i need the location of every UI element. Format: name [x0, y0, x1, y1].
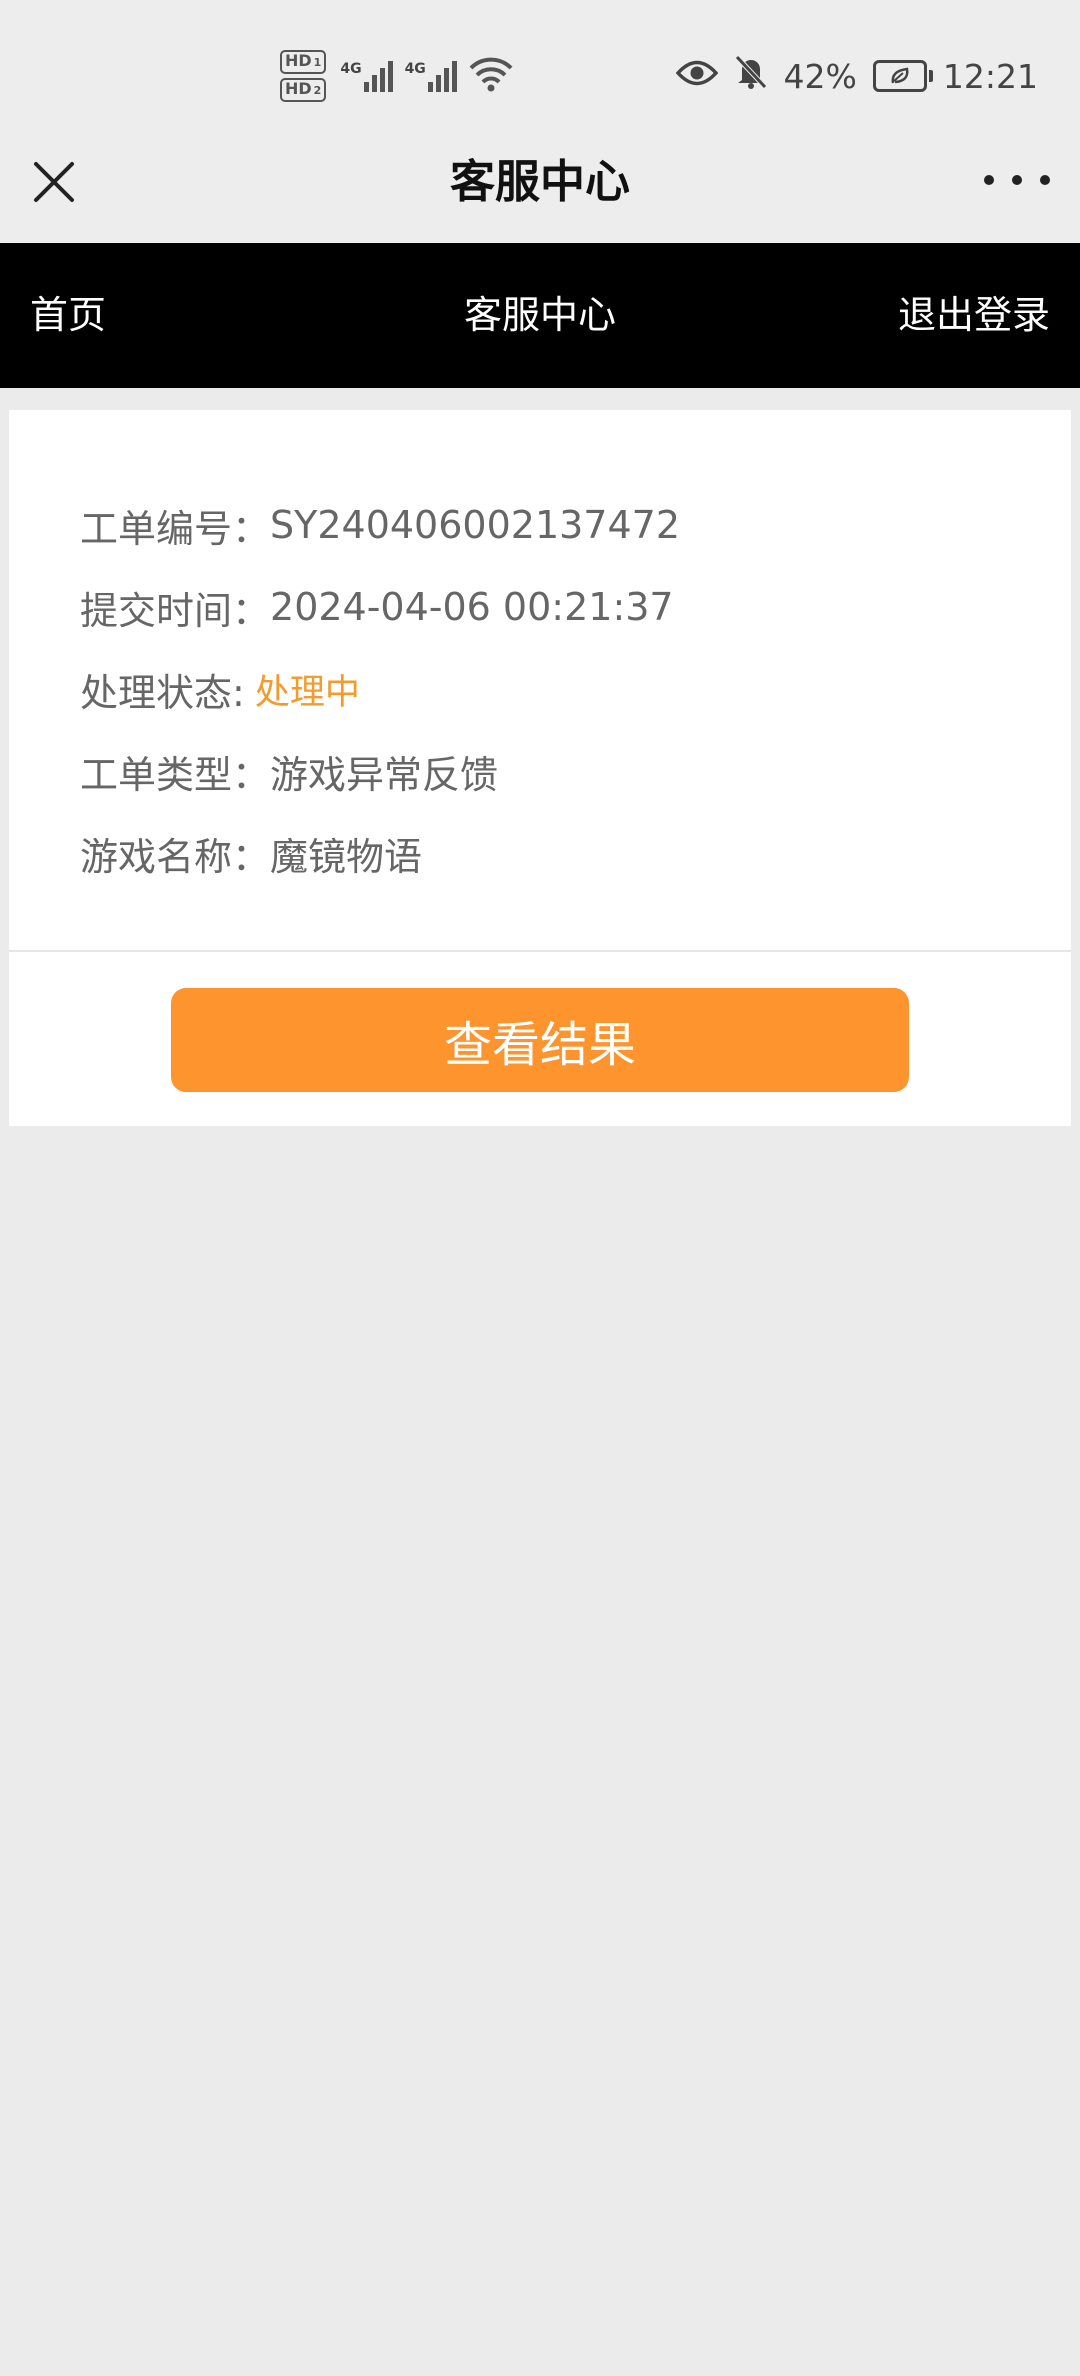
page-title: 客服中心: [449, 155, 630, 208]
ticket-type-row: 工单类型： 游戏异常反馈: [80, 730, 1031, 812]
view-result-button[interactable]: 查看结果: [171, 988, 909, 1092]
signal-bars-icon: [427, 60, 457, 92]
status-label: 处理状态:: [80, 670, 245, 715]
more-button[interactable]: [984, 160, 1050, 200]
bell-off-icon: [734, 54, 768, 98]
status-badge: 处理中: [254, 672, 360, 713]
ticket-number-value: SY240406002137472: [270, 503, 680, 547]
hd-badge-sim1: HD 1: [280, 50, 327, 74]
ticket-card: 工单编号： SY240406002137472 提交时间： 2024-04-06…: [9, 410, 1071, 1126]
battery-icon: [872, 60, 933, 92]
clock: 12:21: [942, 56, 1038, 96]
title-bar: 客服中心: [0, 150, 1080, 243]
battery-percent: 42%: [783, 56, 857, 96]
status-row: 处理状态: 处理中: [80, 648, 1031, 730]
status-bar: HD 1 HD 2 4G 4G 42% 12:21: [0, 0, 1080, 150]
game-name-row: 游戏名称： 魔镜物语: [80, 812, 1031, 894]
ticket-number-row: 工单编号： SY240406002137472: [80, 484, 1031, 566]
signal-sim1: 4G: [340, 60, 393, 92]
submit-time-row: 提交时间： 2024-04-06 00:21:37: [80, 566, 1031, 648]
more-icon: [984, 175, 994, 185]
more-icon: [1040, 175, 1050, 185]
game-name-label: 游戏名称：: [80, 834, 271, 879]
game-name-value: 魔镜物语: [270, 834, 423, 879]
submit-time-value: 2024-04-06 00:21:37: [270, 585, 674, 629]
network-type-sim1: 4G: [340, 60, 362, 77]
logout-link[interactable]: 退出登录: [898, 243, 1050, 388]
hd-badges: HD 1 HD 2: [280, 50, 327, 102]
ticket-type-label: 工单类型：: [80, 752, 271, 797]
eye-icon: [675, 57, 718, 96]
ticket-info-list: 工单编号： SY240406002137472 提交时间： 2024-04-06…: [80, 484, 1031, 894]
card-divider: [9, 950, 1071, 952]
submit-time-label: 提交时间：: [80, 588, 271, 633]
signal-sim2: 4G: [404, 60, 457, 92]
hd-badge-sim2: HD 2: [280, 78, 327, 102]
nav-home-link[interactable]: 首页: [30, 243, 106, 388]
ticket-number-label: 工单编号：: [80, 506, 271, 551]
more-icon: [1012, 175, 1022, 185]
signal-bars-icon: [363, 60, 393, 92]
status-left-group: HD 1 HD 2 4G 4G: [280, 44, 513, 108]
wifi-icon: [469, 56, 513, 96]
status-right-group: 42% 12:21: [675, 48, 1038, 104]
ticket-type-value: 游戏异常反馈: [270, 752, 499, 797]
network-type-sim2: 4G: [404, 60, 426, 77]
top-nav: 客服中心 首页 退出登录: [0, 243, 1080, 388]
